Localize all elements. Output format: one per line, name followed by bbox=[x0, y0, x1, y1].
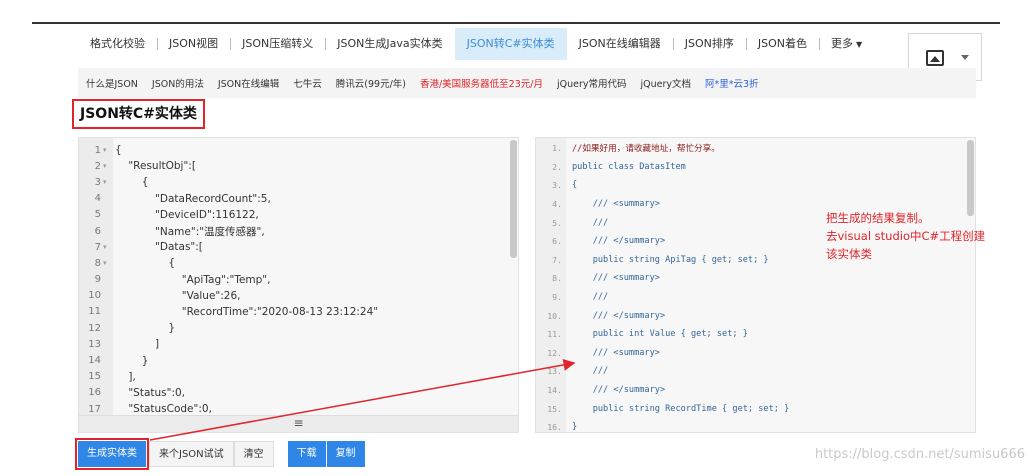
clear-button[interactable]: 清空 bbox=[233, 441, 274, 467]
sample-json-button[interactable]: 来个JSON试试 bbox=[149, 441, 234, 467]
copy-button[interactable]: 复制 bbox=[326, 441, 365, 467]
watermark: https://blog.csdn.net/sumisu666 bbox=[814, 447, 1025, 462]
download-button[interactable]: 下载 bbox=[287, 441, 326, 467]
action-buttons: 生成实体类 来个JSON试试 清空 下载 复制 bbox=[75, 438, 365, 470]
generate-class-button[interactable]: 生成实体类 bbox=[75, 438, 149, 470]
annotation-arrow bbox=[149, 358, 576, 441]
